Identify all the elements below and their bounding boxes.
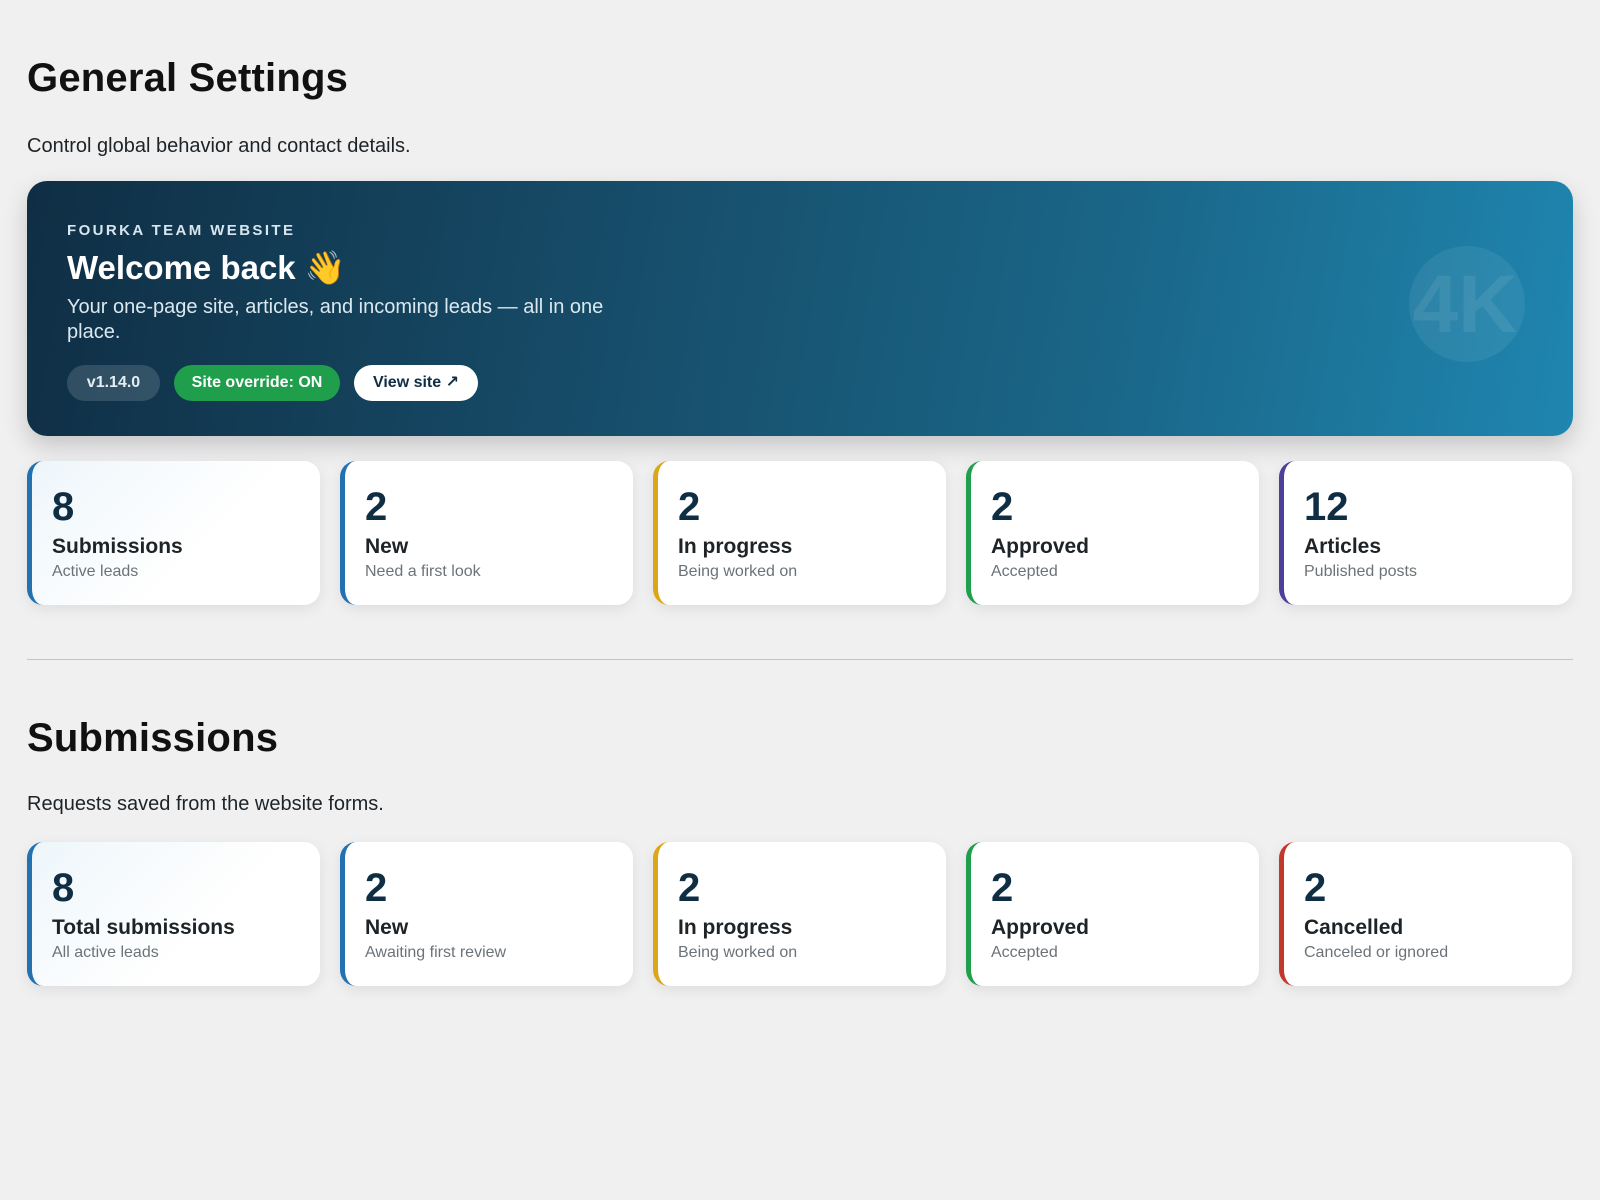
view-site-button[interactable]: View site ↗ — [354, 365, 478, 401]
stat-hint: Canceled or ignored — [1304, 944, 1449, 961]
stat-label: Approved — [991, 535, 1090, 558]
stat-value: 2 — [678, 485, 701, 529]
page-title: General Settings — [27, 56, 349, 100]
stat-value: 8 — [52, 866, 75, 910]
submission-stat-card: 2 Cancelled Canceled or ignored — [1279, 842, 1572, 986]
stat-value: 12 — [1304, 485, 1349, 529]
brand-logo-icon: 4K — [1409, 246, 1525, 362]
stat-value: 2 — [1304, 866, 1327, 910]
stat-value: 2 — [991, 866, 1014, 910]
overview-stat-card: 2 Approved Accepted — [966, 461, 1259, 605]
stat-label: New — [365, 916, 409, 939]
overview-stat-card: 2 In progress Being worked on — [653, 461, 946, 605]
version-badge: v1.14.0 — [67, 365, 160, 401]
submissions-description: Requests saved from the website forms. — [27, 793, 384, 815]
overview-stat-card: 2 New Need a first look — [340, 461, 633, 605]
stat-hint: Being worked on — [678, 563, 798, 580]
submission-stat-card: 2 In progress Being worked on — [653, 842, 946, 986]
stat-hint: Active leads — [52, 563, 139, 580]
stat-value: 8 — [52, 485, 75, 529]
banner-eyebrow: FOURKA TEAM WEBSITE — [67, 222, 296, 239]
stat-label: Submissions — [52, 535, 183, 558]
logo-text: 4K — [1413, 259, 1518, 350]
overview-stat-card: 8 Submissions Active leads — [27, 461, 320, 605]
stat-hint: Need a first look — [365, 563, 481, 580]
stat-hint: Published posts — [1304, 563, 1417, 580]
stat-label: Total submissions — [52, 916, 235, 939]
stat-value: 2 — [678, 866, 701, 910]
overview-stat-card: 12 Articles Published posts — [1279, 461, 1572, 605]
stat-value: 2 — [365, 485, 388, 529]
stat-hint: All active leads — [52, 944, 159, 961]
stat-label: New — [365, 535, 409, 558]
stat-hint: Being worked on — [678, 944, 798, 961]
stat-hint: Awaiting first review — [365, 944, 507, 961]
stat-label: In progress — [678, 916, 793, 939]
section-divider — [27, 659, 1573, 660]
stat-value: 2 — [365, 866, 388, 910]
banner-subtitle: Your one-page site, articles, and incomi… — [67, 296, 604, 343]
overview-stats: 8 Submissions Active leads 2 New Need a first… — [27, 461, 1573, 605]
stat-label: Approved — [991, 916, 1090, 939]
submission-stat-card: 2 New Awaiting first review — [340, 842, 633, 986]
stat-value: 2 — [991, 485, 1014, 529]
stat-label: In progress — [678, 535, 793, 558]
stat-label: Articles — [1304, 535, 1382, 558]
banner-title: Welcome back 👋 — [67, 249, 346, 286]
submission-stat-card: 8 Total submissions All active leads — [27, 842, 320, 986]
stat-hint: Accepted — [991, 944, 1058, 961]
submission-stats: 8 Total submissions All active leads 2 New Aw… — [27, 842, 1573, 986]
site-override-badge: Site override: ON — [174, 365, 340, 401]
submissions-title: Submissions — [27, 716, 279, 760]
welcome-banner: FOURKA TEAM WEBSITE Welcome back 👋 Your … — [27, 181, 1573, 436]
stat-label: Cancelled — [1304, 916, 1404, 939]
page-description: Control global behavior and contact deta… — [27, 135, 411, 157]
stat-hint: Accepted — [991, 563, 1058, 580]
submission-stat-card: 2 Approved Accepted — [966, 842, 1259, 986]
